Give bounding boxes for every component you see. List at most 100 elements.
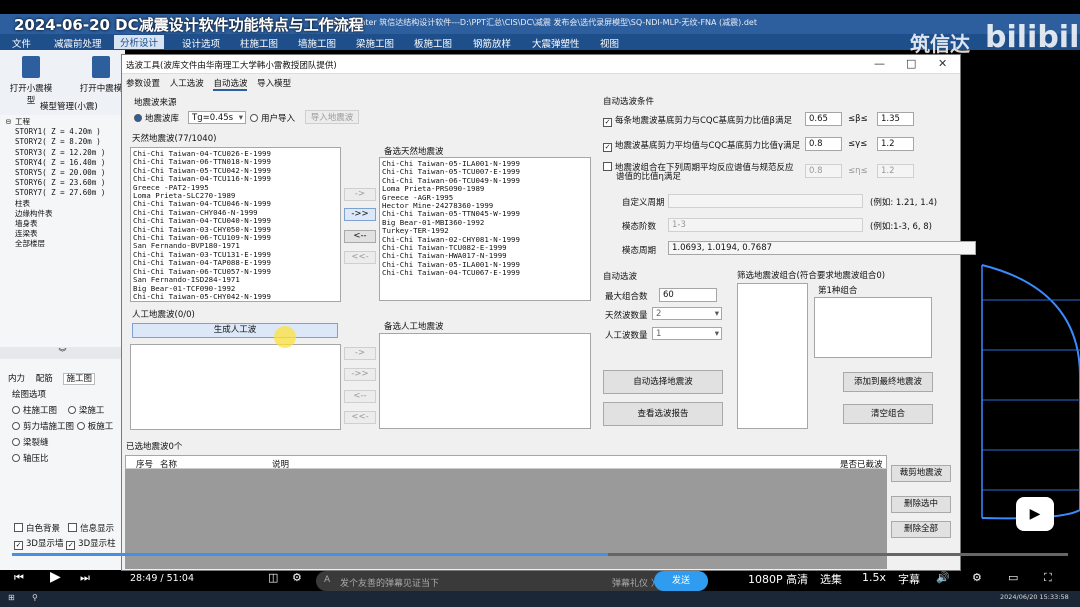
pip-icon[interactable]: ▭ xyxy=(1008,571,1018,584)
send-button[interactable]: 发送 xyxy=(654,571,708,591)
close-icon[interactable]: ✕ xyxy=(938,57,947,70)
beta-max-input[interactable]: 1.35 xyxy=(877,112,914,126)
radio-icon[interactable] xyxy=(12,406,20,414)
auto-select-button[interactable]: 自动选择地震波 xyxy=(603,370,723,394)
open-mid-model-button[interactable]: 打开中震模 xyxy=(76,56,126,94)
menu-wall-drawing[interactable]: 墙施工图 xyxy=(298,36,336,50)
delete-all-button[interactable]: 删除全部 xyxy=(891,521,951,538)
open-small-model-button[interactable]: 打开小震模型 xyxy=(6,56,56,106)
menu-design-options[interactable]: 设计选项 xyxy=(182,36,220,50)
tab-params[interactable]: 参数设置 xyxy=(126,79,160,89)
candidate-wave-item[interactable]: Chi-Chi Taiwan-04-TCU067-E-1999 xyxy=(382,268,588,277)
fullscreen-icon[interactable]: ⛶ xyxy=(1044,571,1052,585)
search-icon[interactable]: ⚲ xyxy=(32,593,38,602)
move-all-left-button[interactable]: <<- xyxy=(344,251,376,264)
natural-count-select[interactable]: 2 xyxy=(652,307,722,320)
delete-selected-button[interactable]: 删除选中 xyxy=(891,496,951,513)
artificial-count-select[interactable]: 1 xyxy=(652,327,722,340)
play-icon[interactable]: ▶ xyxy=(50,569,61,585)
add-final-button[interactable]: 添加到最终地震波 xyxy=(843,372,933,392)
clear-combo-button[interactable]: 清空组合 xyxy=(843,404,933,424)
tg-select[interactable]: Tg=0.45s xyxy=(188,111,246,124)
generate-artificial-button[interactable]: 生成人工波 xyxy=(132,323,338,338)
cond1[interactable]: ✓ 每条地震波基底剪力与CQC基底剪力比值β满足 xyxy=(603,114,792,127)
tree-item[interactable]: STORY7( Z = 27.60m ) xyxy=(6,188,105,198)
radio-icon[interactable] xyxy=(12,438,20,446)
checkbox-icon[interactable]: ✓ xyxy=(14,541,23,550)
art-move-right-button[interactable]: -> xyxy=(344,347,376,360)
artificial-wave-list[interactable] xyxy=(130,344,341,430)
tab-internal-force[interactable]: 内力 xyxy=(8,374,25,384)
project-tree[interactable]: ⊟ 工程 STORY1( Z = 4.20m ) STORY2( Z = 8.2… xyxy=(6,117,105,250)
model-viewport[interactable] xyxy=(962,50,1080,570)
art-move-all-right-button[interactable]: ->> xyxy=(344,368,376,381)
radio-icon[interactable] xyxy=(76,422,85,430)
move-right-button[interactable]: -> xyxy=(344,188,376,201)
maximize-icon[interactable]: □ xyxy=(906,57,916,70)
episodes-button[interactable]: 选集 xyxy=(820,571,842,587)
source-db-radio[interactable]: 地震波库 xyxy=(134,112,179,124)
next-icon[interactable]: ⏭ xyxy=(80,571,90,585)
natural-wave-item[interactable]: Chi-Chi Taiwan-05-CHY042-N-1999 xyxy=(133,292,338,301)
beta-min-input[interactable]: 0.65 xyxy=(805,112,842,126)
tree-item[interactable]: ⊟ 工程 xyxy=(6,117,105,127)
video-progress[interactable] xyxy=(12,553,1068,556)
tree-item[interactable]: 墙身表 xyxy=(6,219,105,229)
danmaku-settings-icon[interactable]: ⚙ xyxy=(292,571,302,584)
import-wave-button[interactable]: 导入地震波 xyxy=(305,110,359,124)
danmaku-etiquette[interactable]: 弹幕礼仪 〉 xyxy=(612,576,660,589)
tab-reinforcement[interactable]: 配筋 xyxy=(36,374,53,384)
checkbox-icon[interactable] xyxy=(68,523,78,532)
settings-icon[interactable]: ⚙ xyxy=(972,571,982,584)
danmaku-toggle-icon[interactable]: ◫ xyxy=(268,571,278,584)
gamma-max-input[interactable]: 1.2 xyxy=(877,137,914,151)
eta-max-input[interactable]: 1.2 xyxy=(877,164,914,178)
danmaku-input[interactable]: A 发个友善的弹幕见证当下 弹幕礼仪 〉 发送 xyxy=(316,571,708,591)
collapse-toggle[interactable]: ︾ xyxy=(0,347,125,359)
custom-period-input[interactable] xyxy=(668,194,863,208)
menu-column-drawing[interactable]: 柱施工图 xyxy=(240,36,278,50)
menu-analysis[interactable]: 分析设计 xyxy=(114,35,165,49)
tree-item[interactable]: 柱表 xyxy=(6,199,105,209)
radio-icon[interactable] xyxy=(67,406,76,414)
eta-min-input[interactable]: 0.8 xyxy=(805,164,842,178)
tree-item[interactable]: STORY3( Z = 12.20m ) xyxy=(6,148,105,158)
checkbox-icon[interactable]: ✓ xyxy=(66,541,76,550)
move-left-button[interactable]: <-- xyxy=(344,230,376,243)
danmaku-font-icon[interactable]: A xyxy=(324,575,330,585)
max-combo-input[interactable]: 60 xyxy=(659,288,717,302)
move-all-right-button[interactable]: ->> xyxy=(344,208,376,221)
tree-item[interactable]: STORY2( Z = 8.20m ) xyxy=(6,137,105,147)
tree-item[interactable]: STORY5( Z = 20.00m ) xyxy=(6,168,105,178)
mode-order-input[interactable]: 1-3 xyxy=(668,218,863,232)
tab-construction-drawing[interactable]: 施工图 xyxy=(63,373,95,385)
artificial-candidate-list[interactable] xyxy=(379,333,591,429)
view-report-button[interactable]: 查看选波报告 xyxy=(603,402,723,426)
art-move-all-left-button[interactable]: <<- xyxy=(344,411,376,424)
user-import-radio[interactable]: 用户导入 xyxy=(250,112,295,124)
menu-beam-drawing[interactable]: 梁施工图 xyxy=(356,36,394,50)
checkbox-icon[interactable] xyxy=(14,523,23,532)
windows-start-icon[interactable]: ⊞ xyxy=(8,593,15,602)
combo1-box[interactable] xyxy=(814,297,932,358)
gamma-min-input[interactable]: 0.8 xyxy=(805,137,842,151)
natural-wave-list[interactable]: Chi-Chi Taiwan-04-TCU026-E-1999 Chi-Chi T… xyxy=(130,147,341,302)
minimize-icon[interactable]: — xyxy=(874,57,885,70)
tree-item[interactable]: STORY1( Z = 4.20m ) xyxy=(6,127,105,137)
tree-item[interactable]: 连梁表 xyxy=(6,229,105,239)
trim-wave-button[interactable]: 裁剪地震波 xyxy=(891,465,951,482)
menu-rebar[interactable]: 钢筋放样 xyxy=(473,36,511,50)
tree-item[interactable]: STORY4( Z = 16.40m ) xyxy=(6,158,105,168)
menu-plastic[interactable]: 大震弹塑性 xyxy=(532,36,580,50)
radio-icon[interactable] xyxy=(12,422,20,430)
speed-button[interactable]: 1.5x xyxy=(862,571,886,584)
cond2[interactable]: ✓ 地震波基底剪力平均值与CQC基底剪力比值γ满足 xyxy=(603,139,800,152)
tree-item[interactable]: 边缘构件表 xyxy=(6,209,105,219)
tab-auto[interactable]: 自动选波 xyxy=(213,79,248,91)
menu-view[interactable]: 视图 xyxy=(600,36,619,50)
candidate-wave-list[interactable]: Chi-Chi Taiwan-05-ILA001-N-1999 Chi-Chi T… xyxy=(379,157,591,301)
tree-item[interactable]: STORY6( Z = 23.60m ) xyxy=(6,178,105,188)
menu-pre[interactable]: 减震前处理 xyxy=(54,36,102,50)
tree-item[interactable]: 全部楼层 xyxy=(6,239,105,249)
prev-icon[interactable]: ⏮ xyxy=(14,571,24,585)
